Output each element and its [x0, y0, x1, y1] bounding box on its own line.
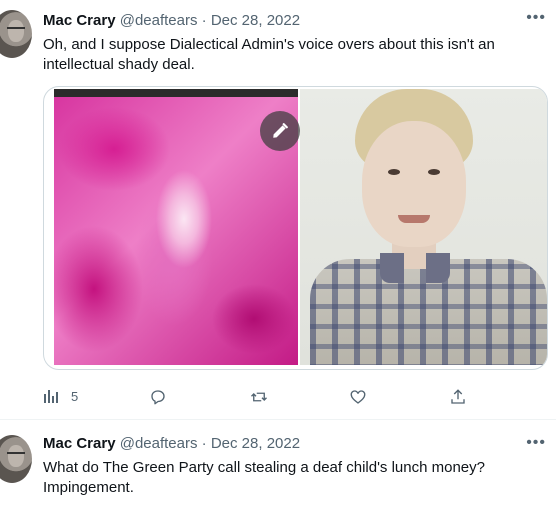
- tweet-text: Oh, and I suppose Dialectical Admin's vo…: [43, 36, 495, 73]
- more-options-button[interactable]: •••: [526, 435, 546, 451]
- avatar-glasses: [7, 27, 25, 31]
- retweet-icon: [251, 392, 267, 402]
- photo-mouth: [398, 215, 430, 223]
- media-image-left[interactable]: [54, 89, 300, 365]
- avatar-face: [8, 445, 24, 467]
- avatar[interactable]: [0, 435, 32, 483]
- heart-icon: [350, 390, 366, 404]
- tweet-media[interactable]: [43, 86, 548, 370]
- edit-image-button[interactable]: [260, 111, 300, 151]
- media-image-right[interactable]: [300, 89, 547, 365]
- tweet-date[interactable]: Dec 28, 2022: [211, 12, 300, 29]
- reply-button[interactable]: [149, 388, 167, 406]
- tweet-date[interactable]: Dec 28, 2022: [211, 435, 300, 452]
- photo-eye-right: [428, 169, 440, 175]
- avatar[interactable]: [0, 10, 32, 58]
- share-icon: [451, 389, 465, 404]
- tweet-text-line: Impingement.: [43, 479, 134, 496]
- author-handle[interactable]: @deaftears: [120, 435, 198, 452]
- separator-dot: ·: [201, 12, 207, 29]
- tweet[interactable]: Mac Crary @deaftears · Dec 28, 2022 ••• …: [0, 421, 556, 506]
- more-options-button[interactable]: •••: [526, 10, 546, 26]
- tweet-header: Mac Crary @deaftears · Dec 28, 2022: [43, 11, 300, 31]
- photo-collar: [380, 253, 450, 283]
- photo-face: [362, 121, 466, 247]
- views-count: 5: [71, 388, 79, 404]
- author-name[interactable]: Mac Crary: [43, 435, 116, 452]
- photo-eye-left: [388, 169, 400, 175]
- like-button[interactable]: [349, 388, 367, 406]
- author-handle[interactable]: @deaftears: [120, 12, 198, 29]
- share-button[interactable]: [449, 388, 467, 406]
- tweet[interactable]: Mac Crary @deaftears · Dec 28, 2022 ••• …: [0, 0, 556, 420]
- views-button[interactable]: 5: [43, 388, 78, 404]
- separator-dot: ·: [201, 435, 207, 452]
- reply-icon: [151, 390, 165, 405]
- tweet-text-line: What do The Green Party call stealing a …: [43, 459, 485, 476]
- retweet-button[interactable]: [249, 388, 269, 406]
- analytics-icon: [44, 390, 58, 403]
- tweet-text: What do The Green Party call stealing a …: [43, 458, 543, 498]
- avatar-face: [8, 20, 24, 42]
- author-name[interactable]: Mac Crary: [43, 12, 116, 29]
- image-top-bar: [54, 89, 298, 97]
- avatar-glasses: [7, 452, 25, 456]
- tweet-actions: 5: [43, 388, 503, 408]
- pencil-icon: [273, 123, 288, 138]
- tweet-header: Mac Crary @deaftears · Dec 28, 2022: [43, 434, 300, 454]
